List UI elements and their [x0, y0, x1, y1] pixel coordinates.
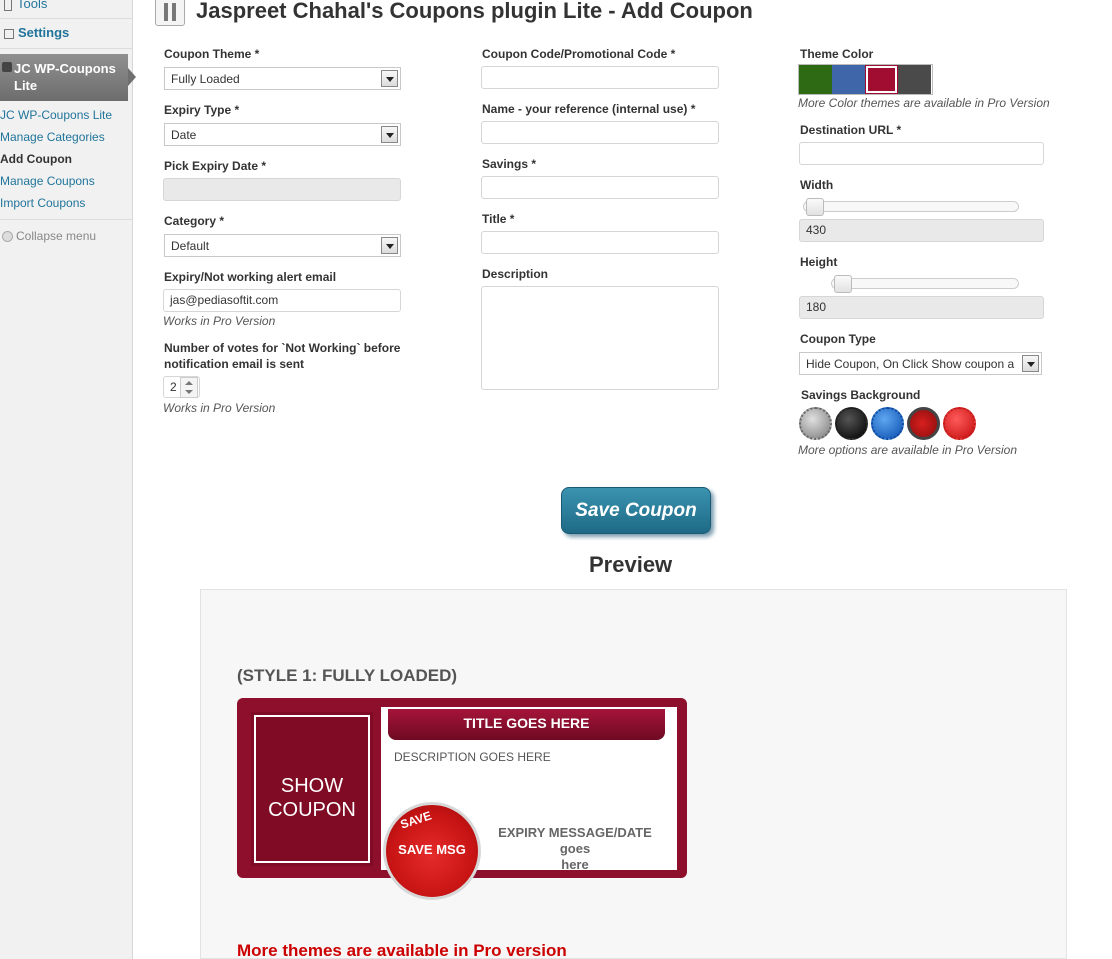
alert-email-field[interactable]: jas@pediasoftit.com	[163, 289, 401, 312]
show-coupon-button[interactable]: SHOW COUPON	[251, 712, 373, 866]
destination-url-label: Destination URL *	[800, 123, 902, 137]
savings-field[interactable]	[481, 176, 719, 199]
width-label: Width	[800, 178, 834, 192]
savings-label: Savings *	[482, 157, 537, 171]
coupon-plugin-icon	[2, 62, 12, 72]
expiry-line2: here	[561, 857, 589, 872]
chevron-down-icon	[381, 70, 398, 87]
coupon-type-label: Coupon Type	[800, 332, 876, 346]
destination-url-field[interactable]	[799, 142, 1044, 165]
width-slider-track[interactable]	[803, 201, 1019, 212]
coupon-theme-label: Coupon Theme *	[164, 47, 260, 61]
coupon-type-select[interactable]: Hide Coupon, On Click Show coupon a	[799, 352, 1042, 375]
width-value-field[interactable]: 430	[799, 219, 1044, 242]
collapse-menu-button[interactable]: Collapse menu	[2, 229, 96, 243]
save-badge-icon: SAVE SAVE MSG	[383, 802, 481, 900]
admin-sidebar: Tools Settings JC WP-Coupons Lite JC WP-…	[0, 0, 136, 959]
settings-icon	[4, 28, 14, 39]
description-textarea[interactable]	[481, 286, 719, 390]
theme-color-note: More Color themes are available in Pro V…	[798, 96, 1050, 110]
height-value-field[interactable]: 180	[799, 296, 1044, 319]
coupon-preview-card: SHOW COUPON TITLE GOES HERE DESCRIPTION …	[237, 698, 687, 900]
theme-color-swatch-blue[interactable]	[832, 65, 865, 94]
tools-icon	[4, 0, 12, 11]
expiry-line1: EXPIRY MESSAGE/DATE goes	[498, 825, 652, 856]
show-coupon-line2: COUPON	[268, 799, 356, 821]
save-msg: SAVE MSG	[398, 842, 466, 857]
votes-label-line1: Number of votes for `Not Working` before	[164, 341, 401, 355]
sidebar-separator	[0, 48, 133, 49]
votes-label-line2: notification email is sent	[164, 357, 305, 371]
height-label: Height	[800, 255, 838, 269]
submenu-jc-wp-coupons-lite[interactable]: JC WP-Coupons Lite	[0, 108, 112, 122]
category-select[interactable]: Default	[164, 234, 401, 257]
votes-note: Works in Pro Version	[163, 401, 276, 415]
savings-background-note: More options are available in Pro Versio…	[798, 443, 1018, 457]
sidebar-item-settings[interactable]: Settings	[4, 25, 69, 40]
preview-style-label: (STYLE 1: FULLY LOADED)	[237, 666, 458, 685]
coupon-code-field[interactable]	[481, 66, 719, 89]
expiry-date-field[interactable]	[163, 178, 401, 201]
page-title: Jaspreet Chahal's Coupons plugin Lite - …	[196, 0, 753, 23]
submenu-add-coupon[interactable]: Add Coupon	[0, 152, 72, 166]
description-label: Description	[482, 267, 549, 281]
preview-heading: Preview	[589, 552, 673, 577]
expiry-type-select[interactable]: Date	[164, 123, 401, 146]
sidebar-separator	[0, 18, 133, 19]
name-field[interactable]	[481, 121, 719, 144]
more-themes-link: More themes are available in Pro version	[237, 941, 567, 959]
theme-color-swatch-red[interactable]	[865, 65, 898, 94]
coupon-description: DESCRIPTION GOES HERE	[394, 750, 551, 764]
sidebar-item-jc-wp-coupons[interactable]: JC WP-Coupons Lite	[0, 54, 136, 101]
alert-email-label: Expiry/Not working alert email	[164, 270, 337, 284]
submenu-manage-coupons[interactable]: Manage Coupons	[0, 174, 95, 188]
expiry-type-label: Expiry Type *	[164, 103, 240, 117]
title-field[interactable]	[481, 231, 719, 254]
alert-email-note: Works in Pro Version	[163, 314, 276, 328]
chevron-down-icon	[381, 126, 398, 143]
collapse-icon	[2, 231, 13, 243]
name-label: Name - your reference (internal use) *	[482, 102, 696, 116]
height-slider-track[interactable]	[831, 278, 1019, 289]
save-badge-label: SAVE	[398, 808, 434, 832]
coupon-code-label: Coupon Code/Promotional Code *	[482, 47, 676, 61]
savings-background-label: Savings Background	[801, 388, 921, 402]
savings-bg-blue-icon[interactable]	[871, 407, 904, 440]
sidebar-separator	[0, 219, 133, 220]
savings-bg-gray-icon[interactable]	[799, 407, 832, 440]
coupon-theme-select[interactable]: Fully Loaded	[164, 67, 401, 90]
stepper-arrows-icon[interactable]	[180, 377, 198, 398]
width-slider-handle[interactable]	[806, 198, 824, 216]
chevron-down-icon	[1022, 355, 1039, 372]
theme-color-swatch-gray[interactable]	[898, 65, 931, 94]
category-label: Category *	[164, 214, 225, 228]
savings-bg-black-icon[interactable]	[835, 407, 868, 440]
savings-bg-red-selected-icon[interactable]	[907, 407, 940, 440]
show-coupon-line1: SHOW	[280, 775, 344, 797]
title-label: Title *	[482, 212, 515, 226]
submenu-manage-categories[interactable]: Manage Categories	[0, 130, 105, 144]
chevron-down-icon	[381, 237, 398, 254]
coupon-expiry: EXPIRY MESSAGE/DATE goes here	[485, 825, 665, 873]
height-slider-handle[interactable]	[834, 275, 852, 293]
savings-bg-red-icon[interactable]	[943, 407, 976, 440]
save-coupon-button[interactable]: Save Coupon	[561, 487, 711, 534]
preview-panel: (STYLE 1: FULLY LOADED) SHOW COUPON TITL…	[200, 589, 1067, 959]
theme-color-swatch-green[interactable]	[799, 65, 832, 94]
submenu-import-coupons[interactable]: Import Coupons	[0, 196, 85, 210]
theme-color-label: Theme Color	[800, 47, 874, 61]
coupon-title-bar: TITLE GOES HERE	[388, 709, 665, 740]
sidebar-item-tools[interactable]: Tools	[4, 0, 47, 11]
tools-page-icon	[155, 0, 185, 26]
pick-expiry-date-label: Pick Expiry Date *	[164, 159, 267, 173]
